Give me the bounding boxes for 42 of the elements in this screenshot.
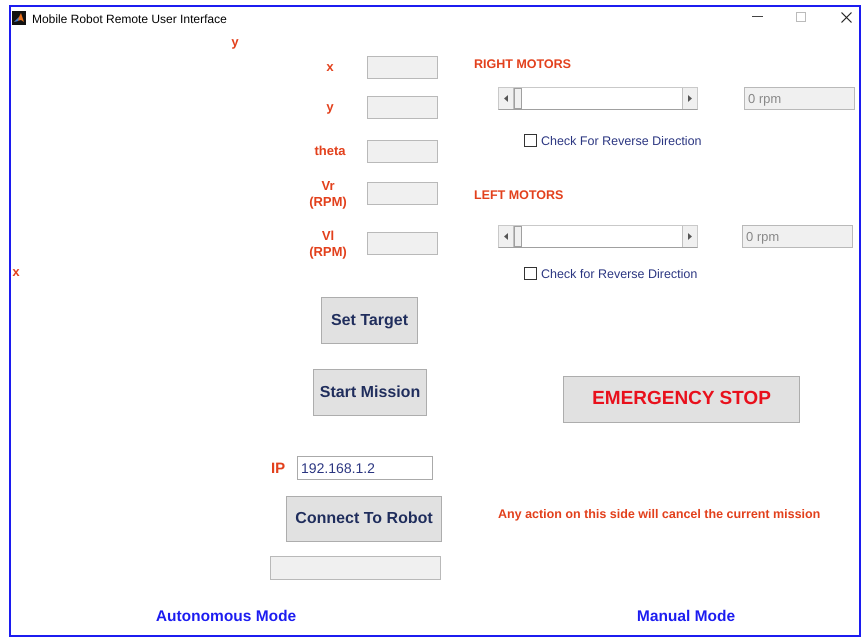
app-icon [12, 11, 26, 25]
scroll-left-icon[interactable] [499, 88, 514, 109]
scroll-left-icon[interactable] [499, 226, 514, 247]
rpm-field: 0 rpm [744, 87, 855, 110]
start-mission-button[interactable]: Start Mission [313, 369, 427, 416]
scroll-right-icon[interactable] [682, 226, 697, 247]
input-field[interactable] [367, 56, 438, 79]
checkbox[interactable] [524, 267, 537, 280]
connect-button[interactable]: Connect To Robot [286, 496, 442, 542]
section-heading: RIGHT MOTORS [474, 56, 571, 73]
ip-label: IP [271, 459, 286, 479]
ip-field[interactable]: 192.168.1.2 [297, 456, 433, 480]
scroll-right-icon[interactable] [682, 88, 697, 109]
field-label: x [325, 59, 335, 75]
field-label: theta [313, 143, 347, 159]
input-field[interactable] [367, 96, 438, 119]
section-heading: LEFT MOTORS [474, 187, 564, 204]
rpm-field: 0 rpm [742, 225, 853, 248]
minimize-icon[interactable] [752, 16, 763, 18]
checkbox-label: Check for Reverse Direction [541, 266, 698, 283]
input-field[interactable] [367, 232, 438, 255]
checkbox-label: Check For Reverse Direction [541, 133, 702, 150]
field-label: Vl (RPM) [308, 228, 348, 260]
warning-text: Any action on this side will cancel the current mission [498, 506, 820, 523]
input-field[interactable] [367, 182, 438, 205]
slider-thumb[interactable] [514, 226, 522, 247]
close-icon[interactable] [841, 12, 852, 23]
mode-label: Manual Mode [636, 607, 736, 627]
input-field[interactable] [367, 140, 438, 163]
mode-label: Autonomous Mode [154, 607, 298, 627]
axis-label: y [230, 34, 240, 50]
slider[interactable] [498, 225, 698, 248]
set-target-button[interactable]: Set Target [321, 297, 418, 344]
slider-thumb[interactable] [514, 88, 522, 109]
field-label: Vr (RPM) [308, 178, 348, 210]
slider[interactable] [498, 87, 698, 110]
emergency-stop-button[interactable]: EMERGENCY STOP [563, 376, 800, 423]
maximize-icon[interactable] [796, 12, 806, 22]
checkbox[interactable] [524, 134, 537, 147]
field-label: y [325, 99, 335, 115]
window-title: Mobile Robot Remote User Interface [32, 11, 227, 28]
axis-label: x [11, 264, 21, 280]
